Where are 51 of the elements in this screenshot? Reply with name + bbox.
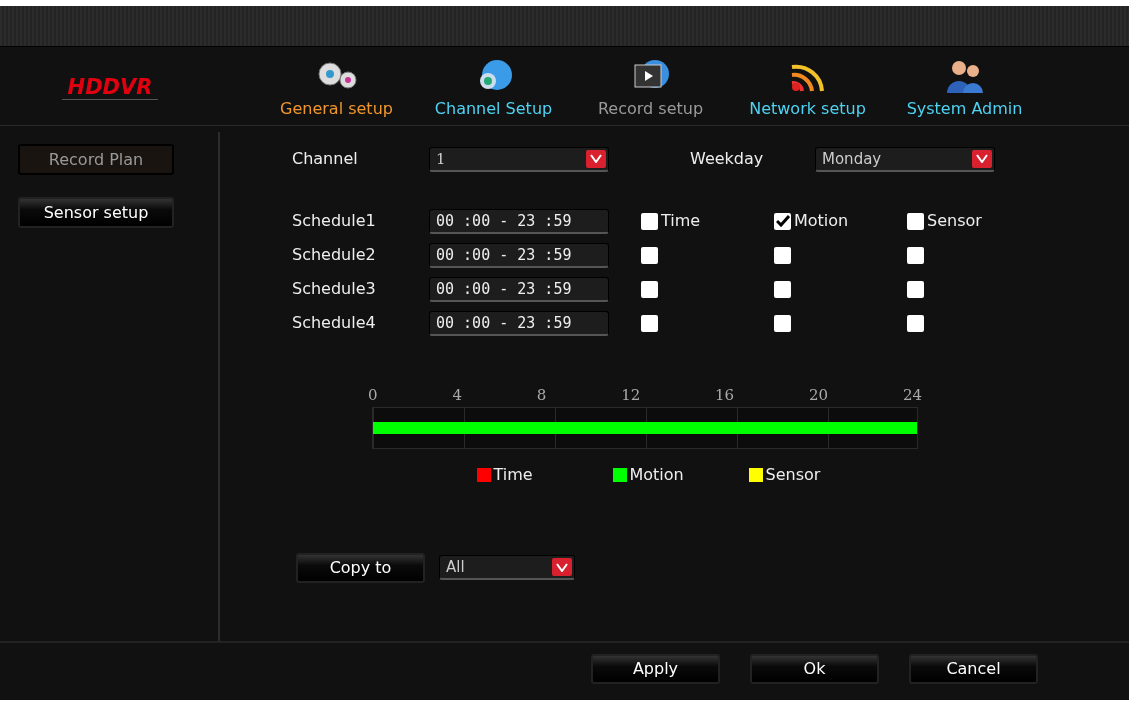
- checkbox[interactable]: [641, 212, 658, 230]
- checkbox-label: Sensor: [927, 210, 982, 233]
- copy-to-button[interactable]: Copy to: [296, 552, 425, 583]
- brand-logo: HDDVR: [61, 74, 159, 100]
- weekday-dropdown[interactable]: Monday: [815, 146, 995, 172]
- legend-label: Time: [493, 463, 533, 486]
- checkbox[interactable]: [774, 212, 791, 230]
- checkbox[interactable]: [907, 212, 924, 230]
- schedule-label: Schedule3: [292, 278, 377, 301]
- legend-label: Sensor: [765, 463, 821, 486]
- people-icon: [944, 59, 985, 94]
- dialog-button[interactable]: Apply: [591, 653, 720, 684]
- checkbox[interactable]: [774, 314, 791, 332]
- schedule-label: Schedule4: [292, 312, 377, 335]
- checkbox[interactable]: [641, 246, 658, 264]
- checkbox[interactable]: [907, 314, 924, 332]
- channel-dropdown[interactable]: 1: [429, 146, 609, 172]
- checkbox[interactable]: [774, 280, 791, 298]
- copy-target-dropdown[interactable]: All: [439, 555, 575, 581]
- checkbox-label: Motion: [794, 210, 849, 233]
- checkbox[interactable]: [907, 280, 924, 298]
- checkbox[interactable]: [641, 314, 658, 332]
- schedule-label: Schedule1: [292, 210, 377, 233]
- time-range-field[interactable]: 00 :00 - 23 :59: [429, 242, 609, 268]
- checkbox-label: Time: [661, 210, 701, 233]
- dialog-button[interactable]: Cancel: [909, 653, 1038, 684]
- channel-label: Channel: [292, 148, 359, 171]
- time-range-field[interactable]: 00 :00 - 23 :59: [429, 208, 609, 234]
- tick-label: 8: [536, 385, 547, 407]
- tick-label: 20: [808, 385, 829, 407]
- time-range-field[interactable]: 00 :00 - 23 :59: [429, 276, 609, 302]
- checkbox[interactable]: [907, 246, 924, 264]
- menu-tab[interactable]: Network setup: [729, 59, 886, 122]
- tick-label: 4: [452, 385, 462, 407]
- checkbox[interactable]: [641, 280, 658, 298]
- menu-tab[interactable]: Channel Setup: [415, 59, 572, 122]
- menu-tab[interactable]: Record setup: [572, 59, 729, 122]
- tick-label: 16: [715, 385, 735, 407]
- tick-label: 12: [621, 385, 641, 407]
- menu-tab[interactable]: General setup: [258, 59, 415, 122]
- legend-label: Motion: [629, 463, 684, 486]
- tick-label: 0: [368, 385, 378, 407]
- menu-tab[interactable]: System Admin: [886, 59, 1043, 122]
- tick-label: 24: [902, 385, 922, 407]
- schedule-label: Schedule2: [292, 244, 377, 267]
- side-menu-button[interactable]: Sensor setup: [18, 197, 174, 229]
- dialog-button[interactable]: Ok: [750, 653, 879, 684]
- time-range-field[interactable]: 00 :00 - 23 :59: [429, 310, 609, 336]
- side-menu-button[interactable]: Record Plan: [18, 144, 174, 176]
- checkbox[interactable]: [774, 246, 791, 264]
- weekday-label: Weekday: [690, 148, 765, 171]
